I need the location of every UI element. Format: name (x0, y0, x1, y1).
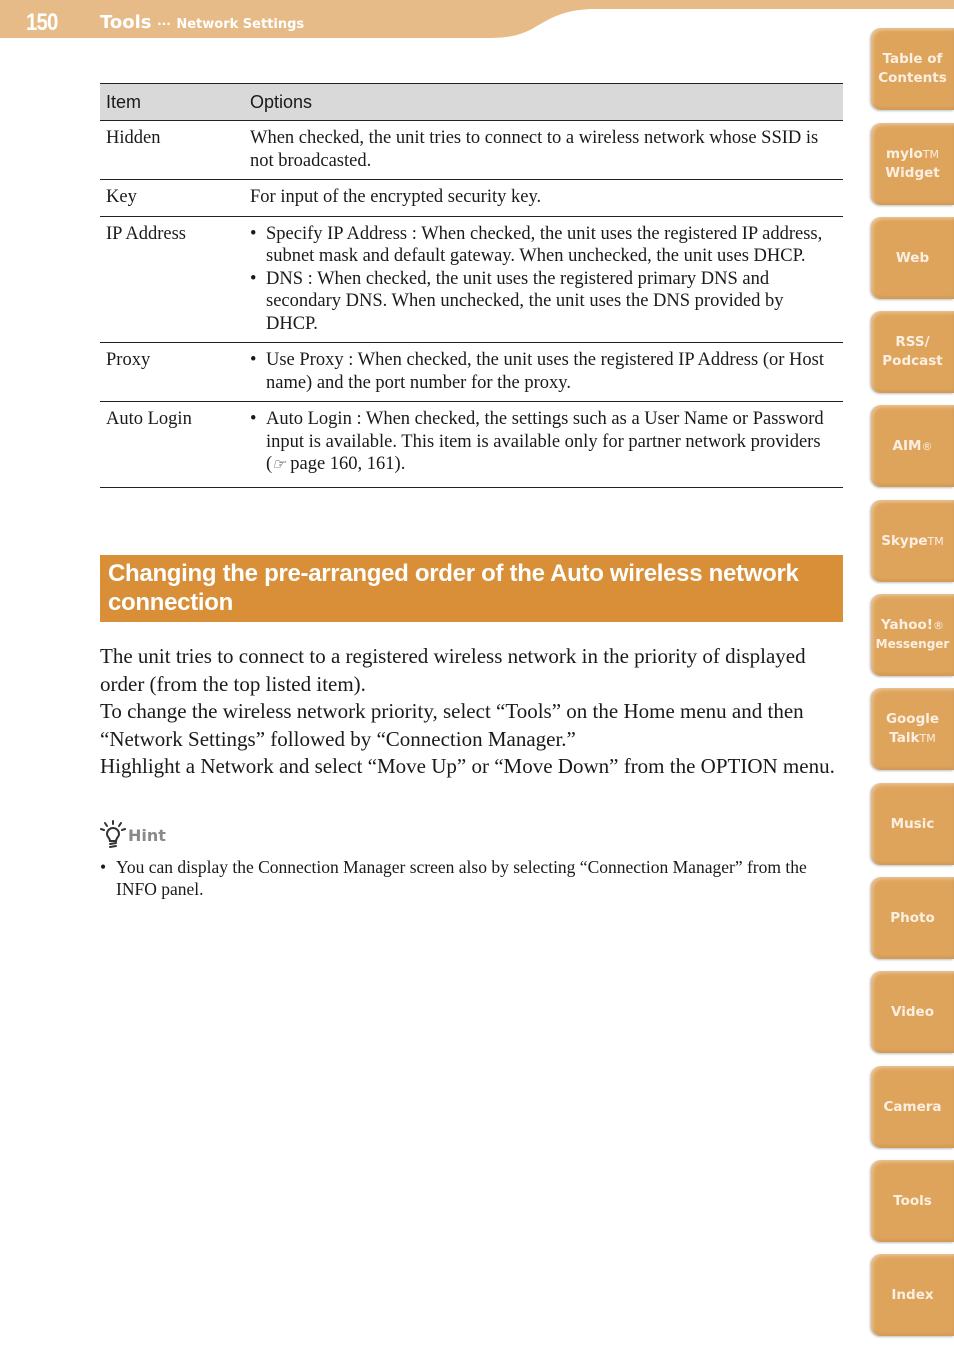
tab-rss-podcast[interactable]: RSS/Podcast (871, 311, 954, 393)
item-cell: Key (100, 179, 244, 217)
breadcrumb: Tools ··· Network Settings (100, 12, 304, 33)
options-table: Item Options Hidden When checked, the un… (100, 83, 843, 488)
table-row: Hidden When checked, the unit tries to c… (100, 120, 843, 180)
tab-mylo-widget[interactable]: myloTM Widget (871, 123, 954, 205)
tab-label: Messenger (875, 637, 950, 651)
hint-box: Hint You can display the Connection Mana… (100, 820, 840, 900)
table-row: Proxy Use Proxy : When checked, the unit… (100, 342, 843, 402)
tab-label: Music (890, 815, 935, 832)
tab-label: mylo (886, 146, 923, 162)
tab-label: Index (891, 1286, 934, 1303)
tab-label: RSS/ (895, 334, 930, 350)
tab-label: Contents (878, 70, 947, 86)
tab-label: Talk (889, 730, 920, 746)
section-heading: Changing the pre-arranged order of the A… (100, 555, 843, 622)
options-cell: Auto Login : When checked, the settings … (244, 401, 843, 488)
page-number: 150 (26, 9, 58, 36)
option-bullet: DNS : When checked, the unit uses the re… (250, 268, 837, 336)
lightbulb-icon (100, 820, 126, 848)
breadcrumb-separator: ··· (157, 17, 171, 31)
tab-label: Podcast (882, 353, 943, 369)
tab-web[interactable]: Web (871, 217, 954, 299)
tab-label: Widget (885, 165, 940, 181)
tab-tools[interactable]: Tools (871, 1160, 954, 1242)
options-cell: Specify IP Address : When checked, the u… (244, 216, 843, 343)
tab-index[interactable]: Index (871, 1254, 954, 1336)
option-bullet: Auto Login : When checked, the settings … (250, 408, 837, 477)
item-cell: Proxy (100, 342, 244, 402)
tab-skype[interactable]: SkypeTM (871, 500, 954, 582)
hint-item: You can display the Connection Manager s… (100, 856, 840, 900)
registered-mark: ® (921, 439, 933, 453)
tab-yahoo-messenger[interactable]: Yahoo!® Messenger (871, 594, 954, 676)
body-paragraph: Highlight a Network and select “Move Up”… (100, 754, 835, 778)
tab-aim[interactable]: AIM® (871, 405, 954, 487)
options-cell: When checked, the unit tries to connect … (244, 120, 843, 180)
trademark-mark: TM (922, 148, 939, 161)
column-header-item: Item (100, 83, 244, 121)
page-reference-icon: ☞ (272, 457, 286, 473)
table-row: Auto Login Auto Login : When checked, th… (100, 401, 843, 488)
tab-photo[interactable]: Photo (871, 877, 954, 959)
section-body: The unit tries to connect to a registere… (100, 643, 848, 781)
column-header-options: Options (244, 83, 843, 121)
tab-label: Skype (881, 532, 928, 549)
tab-label: Table of (882, 51, 943, 67)
item-cell: IP Address (100, 216, 244, 343)
breadcrumb-section[interactable]: Tools (100, 12, 152, 33)
tab-label: Photo (890, 909, 935, 926)
body-paragraph: The unit tries to connect to a registere… (100, 644, 806, 696)
tab-video[interactable]: Video (871, 971, 954, 1053)
hint-header: Hint (100, 820, 840, 850)
table-row: IP Address Specify IP Address : When che… (100, 216, 843, 343)
trademark-mark: TM (927, 534, 944, 548)
tab-label: Tools (893, 1192, 932, 1209)
body-paragraph: To change the wireless network priority,… (100, 699, 804, 751)
tab-label: Google (885, 711, 940, 727)
breadcrumb-subsection: Network Settings (176, 17, 305, 32)
trademark-mark: TM (919, 732, 936, 745)
hint-list: You can display the Connection Manager s… (100, 856, 840, 900)
tab-label: Camera (883, 1098, 942, 1115)
option-bullet: Specify IP Address : When checked, the u… (250, 223, 837, 268)
tab-table-of-contents[interactable]: Table of Contents (871, 28, 954, 110)
options-cell: For input of the encrypted security key. (244, 179, 843, 217)
options-cell: Use Proxy : When checked, the unit uses … (244, 342, 843, 402)
tab-label: Yahoo! (881, 617, 933, 633)
registered-mark: ® (932, 619, 944, 632)
item-cell: Auto Login (100, 401, 244, 488)
tab-label: Video (891, 1003, 934, 1020)
tab-music[interactable]: Music (871, 783, 954, 865)
page-reference-link[interactable]: page 160, 161). (286, 454, 405, 474)
tab-label: Web (895, 249, 930, 266)
hint-label: Hint (128, 825, 166, 845)
item-cell: Hidden (100, 120, 244, 180)
tab-label: AIM (892, 437, 922, 454)
tab-camera[interactable]: Camera (871, 1066, 954, 1148)
tab-google-talk[interactable]: Google TalkTM (871, 688, 954, 770)
table-row: Key For input of the encrypted security … (100, 179, 843, 217)
option-bullet: Use Proxy : When checked, the unit uses … (250, 349, 837, 394)
table-header-row: Item Options (100, 83, 843, 121)
